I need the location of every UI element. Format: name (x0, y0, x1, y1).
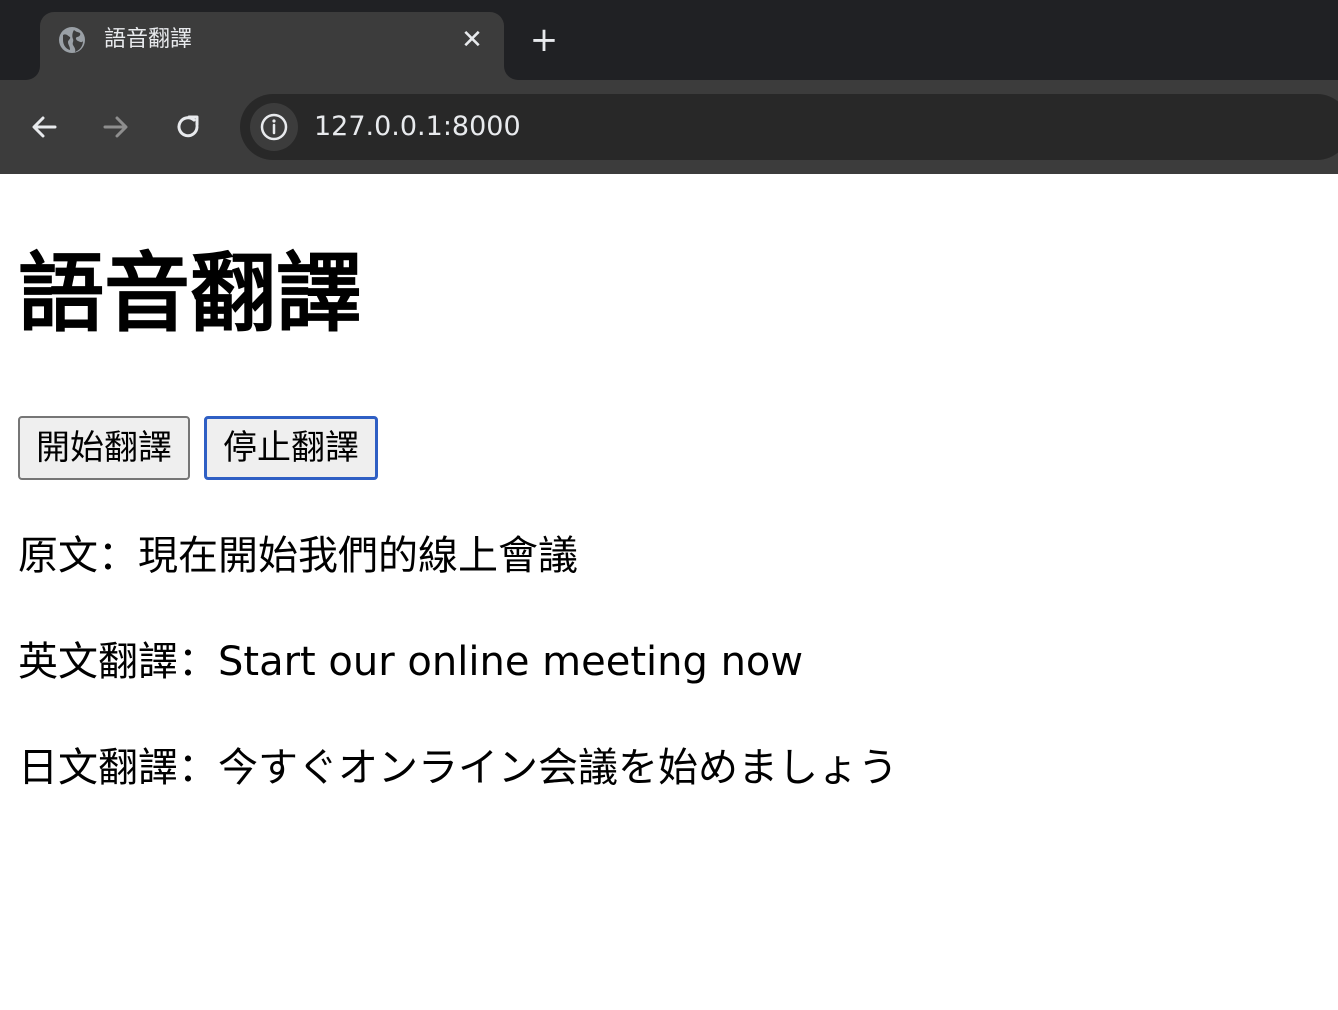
tab-strip: 語音翻譯 ✕ + (0, 0, 1338, 80)
info-icon[interactable] (250, 103, 298, 151)
original-text: 原文：現在開始我們的線上會議 (18, 533, 578, 579)
browser-toolbar: 127.0.0.1:8000 (0, 80, 1338, 174)
url-text[interactable]: 127.0.0.1:8000 (314, 110, 521, 144)
stop-translation-button[interactable]: 停止翻譯 (204, 416, 378, 480)
start-translation-button[interactable]: 開始翻譯 (18, 416, 190, 480)
button-row: 開始翻譯 停止翻譯 (18, 416, 392, 480)
browser-tab[interactable]: 語音翻譯 ✕ (40, 12, 504, 80)
arrow-left-icon[interactable] (27, 110, 61, 144)
address-bar[interactable]: 127.0.0.1:8000 (240, 94, 1338, 160)
english-translation: 英文翻譯：Start our online meeting now (18, 639, 804, 685)
arrow-right-icon[interactable] (99, 110, 133, 144)
page-title: 語音翻譯 (18, 244, 362, 344)
japanese-translation: 日文翻譯：今すぐオンライン会議を始めましょう (18, 745, 898, 791)
browser-chrome: 語音翻譯 ✕ + 127.0.0.1:8000 (0, 0, 1338, 174)
new-tab-button[interactable]: + (528, 23, 560, 57)
globe-icon (58, 26, 86, 54)
tab-title: 語音翻譯 (104, 27, 193, 52)
reload-icon[interactable] (171, 110, 205, 144)
close-icon[interactable]: ✕ (458, 26, 486, 54)
